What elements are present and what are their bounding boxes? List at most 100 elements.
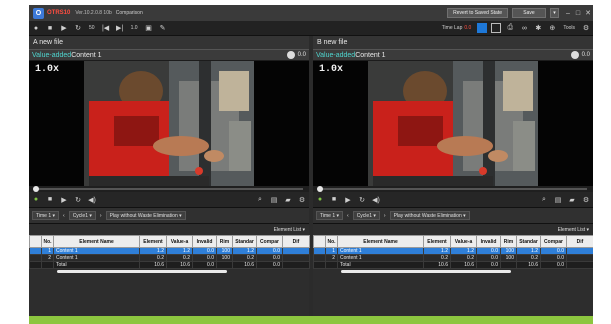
column-header[interactable]: Standar (516, 235, 541, 248)
column-header[interactable]: Element (139, 235, 167, 248)
step-forward-icon[interactable]: ▶| (113, 24, 127, 32)
step-back-icon[interactable]: |◀ (99, 24, 113, 32)
element-list-dropdown[interactable]: Element List ▾ (558, 227, 589, 233)
column-header[interactable]: Invalid (192, 235, 217, 248)
column-header[interactable]: Standar (232, 235, 257, 248)
column-header[interactable]: Compar (256, 235, 283, 248)
column-header[interactable]: Rim (216, 235, 233, 248)
camera-icon[interactable]: ▣ (142, 24, 156, 32)
stop-icon[interactable]: ■ (43, 25, 57, 32)
print-icon[interactable]: ⎙ (503, 24, 517, 32)
app-name: OTRS10 (47, 10, 71, 16)
search-icon[interactable]: ⌕ (253, 196, 267, 204)
save-icon[interactable]: ▤ (551, 196, 565, 204)
column-header[interactable]: No. (41, 235, 54, 248)
loop-icon[interactable]: ↻ (71, 196, 85, 204)
table-row[interactable]: 2 Content 1 0.2 0.2 0.0 100 0.2 0.0 (29, 254, 310, 262)
cycle-select[interactable]: Cycle1 ▾ (352, 211, 380, 220)
gear-icon[interactable]: ⚙ (579, 24, 593, 32)
next-cycle-button[interactable]: › (100, 213, 102, 219)
table-row[interactable]: 1 Content 1 1.2 1.2 0.0 100 1.2 0.0 (313, 247, 593, 255)
column-header[interactable]: Value-a (166, 235, 193, 248)
video-viewport[interactable]: 1.0x (313, 61, 593, 186)
seek-handle[interactable] (33, 186, 39, 192)
row-checkbox[interactable] (29, 254, 42, 262)
play-mode-select[interactable]: Play without Waste Elimination ▾ (105, 211, 186, 220)
column-header[interactable]: Invalid (476, 235, 501, 248)
next-cycle-button[interactable]: › (384, 213, 386, 219)
seek-handle[interactable] (317, 186, 323, 192)
tools-menu[interactable]: Tools (559, 25, 579, 31)
column-header[interactable]: Compar (540, 235, 567, 248)
record-icon[interactable]: ● (29, 196, 43, 203)
column-header[interactable]: Element (423, 235, 451, 248)
column-header[interactable]: Rim (500, 235, 517, 248)
column-header[interactable]: Dif (282, 235, 310, 248)
save-dropdown-button[interactable]: ▾ (550, 8, 559, 18)
play-icon[interactable]: ▶ (57, 196, 71, 204)
play-icon[interactable]: ▶ (341, 196, 355, 204)
folder-icon[interactable]: ▰ (281, 196, 295, 204)
cycle-select[interactable]: Cycle1 ▾ (68, 211, 96, 220)
minimize-button[interactable]: – (563, 10, 573, 17)
play-icon[interactable]: ▶ (57, 24, 71, 32)
loop-icon[interactable]: ↻ (71, 24, 85, 32)
prev-cycle-button[interactable]: ‹ (63, 213, 65, 219)
column-header[interactable] (313, 235, 326, 248)
table-row[interactable]: 2 Content 1 0.2 0.2 0.0 100 0.2 0.0 (313, 254, 593, 262)
column-header[interactable] (29, 235, 42, 248)
volume-icon[interactable]: ◀) (85, 196, 99, 204)
globe-icon[interactable]: ⊕ (545, 24, 559, 32)
filter-row: Time 1 ▾ ‹ Cycle1 ▾ › Play without Waste… (313, 208, 593, 224)
volume-icon[interactable]: ◀) (369, 196, 383, 204)
seek-bar[interactable] (29, 186, 309, 192)
panel-a: A new file Value-added Content 1 0.0 1.0… (29, 36, 310, 321)
column-header[interactable]: No. (325, 235, 338, 248)
row-checkbox[interactable] (29, 247, 42, 255)
content-row[interactable]: Value-added Content 1 0.0 (313, 49, 593, 61)
save-button[interactable]: Save (512, 8, 546, 18)
app-mode: Comparison (115, 10, 143, 16)
stop-icon[interactable]: ■ (43, 196, 57, 203)
column-header[interactable]: Element Name (337, 235, 424, 248)
zoom-select[interactable]: 50 (85, 25, 99, 31)
record-icon[interactable]: ● (29, 25, 43, 32)
close-button[interactable]: ✕ (583, 9, 593, 17)
column-header[interactable]: Element Name (53, 235, 140, 248)
layout-single-icon[interactable] (491, 23, 502, 33)
horizontal-scrollbar[interactable] (29, 269, 309, 274)
element-list-dropdown[interactable]: Element List ▾ (274, 227, 305, 233)
scrollbar-thumb[interactable] (341, 270, 511, 273)
prev-cycle-button[interactable]: ‹ (347, 213, 349, 219)
column-header[interactable]: Value-a (450, 235, 477, 248)
gear-icon[interactable]: ⚙ (579, 196, 593, 204)
maximize-button[interactable]: □ (573, 10, 583, 17)
folder-icon[interactable]: ▰ (565, 196, 579, 204)
row-checkbox[interactable] (313, 254, 326, 262)
stop-icon[interactable]: ■ (327, 196, 341, 203)
column-header[interactable]: Dif (566, 235, 593, 248)
save-icon[interactable]: ▤ (267, 196, 281, 204)
table-row[interactable]: 1 Content 1 1.2 1.2 0.0 100 1.2 0.0 (29, 247, 310, 255)
loop-icon[interactable]: ↻ (355, 196, 369, 204)
value-added-label: Value-added (32, 51, 72, 59)
play-mode-select[interactable]: Play without Waste Elimination ▾ (389, 211, 470, 220)
revert-button[interactable]: Revert to Saved State (447, 8, 508, 18)
horizontal-scrollbar[interactable] (313, 269, 593, 274)
time-select[interactable]: Time 1 ▾ (316, 211, 344, 220)
scrollbar-thumb[interactable] (57, 270, 227, 273)
app-logo-icon: O (33, 7, 44, 19)
link-icon[interactable]: ∞ (517, 25, 531, 32)
record-icon[interactable]: ● (313, 196, 327, 203)
settings-icon[interactable]: ✱ (531, 24, 545, 32)
video-viewport[interactable]: 1.0x (29, 61, 309, 186)
content-row[interactable]: Value-added Content 1 0.0 (29, 49, 309, 61)
edit-icon[interactable]: ✎ (156, 24, 170, 32)
search-icon[interactable]: ⌕ (537, 196, 551, 204)
layout-split-icon[interactable] (477, 23, 488, 33)
seek-bar[interactable] (313, 186, 593, 192)
speed-select[interactable]: 1.0 (127, 25, 142, 31)
gear-icon[interactable]: ⚙ (295, 196, 309, 204)
row-checkbox[interactable] (313, 247, 326, 255)
time-select[interactable]: Time 1 ▾ (32, 211, 60, 220)
